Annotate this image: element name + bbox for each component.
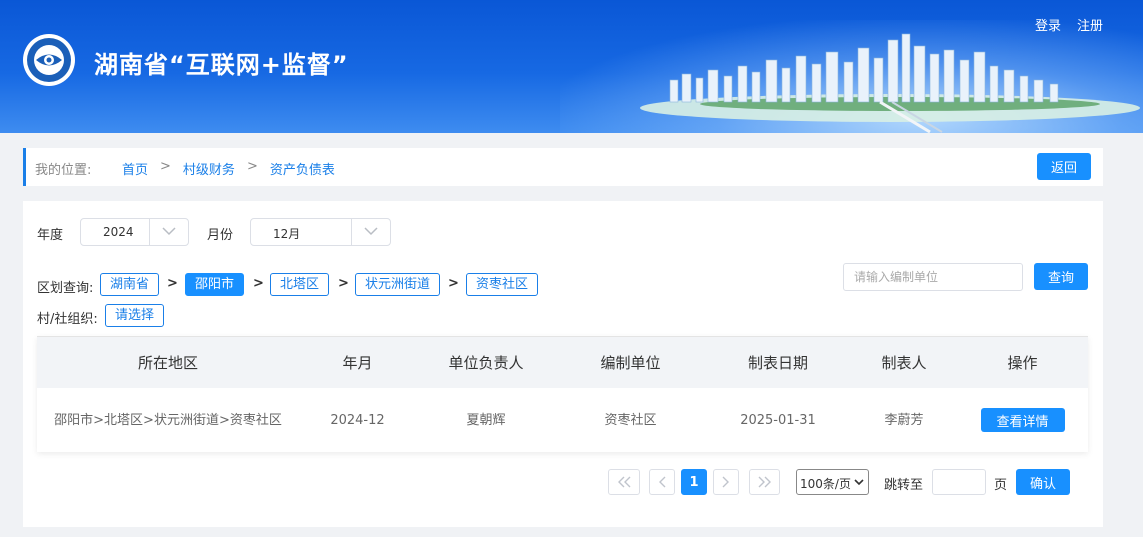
auth-links: 登录 注册 <box>1035 15 1103 34</box>
breadcrumb-home[interactable]: 首页 <box>122 159 148 178</box>
unit-search-input[interactable] <box>843 263 1023 291</box>
region-tag-district[interactable]: 北塔区 <box>270 273 330 296</box>
column-header-unit: 编制单位 <box>600 354 661 372</box>
column-header-region: 所在地区 <box>137 354 198 372</box>
breadcrumb: 首页 > 村级财务 > 资产负债表 <box>122 159 335 178</box>
region-tag-province[interactable]: 湖南省 <box>100 273 160 296</box>
double-chevron-right-icon <box>758 476 771 488</box>
region-tag-city[interactable]: 邵阳市 <box>185 273 245 296</box>
month-select-value: 12月 <box>273 227 301 241</box>
page-unit-label: 页 <box>994 478 1008 493</box>
table-header: 所在地区 年月 单位负责人 编制单位 制表日期 制表人 操作 <box>37 337 1088 388</box>
table-row: 邵阳市>北塔区>状元洲街道>资枣社区 2024-12 夏朝辉 资枣社区 2025… <box>37 388 1088 452</box>
first-page-button[interactable] <box>608 469 640 495</box>
column-header-period: 年月 <box>342 354 373 372</box>
region-separator: > <box>448 276 459 291</box>
org-select[interactable]: 请选择 <box>105 304 165 327</box>
confirm-jump-button[interactable]: 确认 <box>1016 469 1070 495</box>
jump-page-input[interactable] <box>932 469 986 495</box>
cell-date: 2025-01-31 <box>740 412 816 428</box>
month-select[interactable]: 12月 <box>250 218 391 246</box>
view-details-button[interactable]: 查看详情 <box>980 408 1065 432</box>
jump-label: 跳转至 <box>884 478 924 493</box>
page-size-value: 100条/页 <box>800 477 851 491</box>
page-size-select[interactable]: 100条/页 <box>796 469 869 495</box>
year-select-value: 2024 <box>103 225 134 239</box>
year-label: 年度 <box>37 228 64 243</box>
site-title: 湖南省“互联网+监督” <box>94 51 349 79</box>
region-separator: > <box>338 276 349 291</box>
city-skyline-image <box>640 33 1140 133</box>
breadcrumb-bar: 我的位置: 首页 > 村级财务 > 资产负债表 返回 <box>23 148 1103 186</box>
column-header-date: 制表日期 <box>747 354 808 372</box>
cell-region: 邵阳市>北塔区>状元洲街道>资枣社区 <box>54 412 282 428</box>
prev-page-button[interactable] <box>649 469 675 495</box>
chevron-down-icon <box>162 227 176 236</box>
chevron-down-icon <box>854 479 864 486</box>
column-header-leader: 单位负责人 <box>448 354 524 372</box>
breadcrumb-label: 我的位置: <box>35 163 92 178</box>
chevron-right-icon <box>722 476 729 488</box>
page-number-current[interactable]: 1 <box>681 469 707 495</box>
site-header: 湖南省“互联网+监督” 登录 注册 <box>0 0 1143 133</box>
region-separator: > <box>167 276 178 291</box>
column-header-maker: 制表人 <box>881 354 927 372</box>
region-tag-community[interactable]: 资枣社区 <box>466 273 539 296</box>
cell-action: 查看详情 <box>957 388 1088 452</box>
register-link[interactable]: 注册 <box>1077 15 1103 34</box>
org-label: 村/社组织: <box>37 312 98 327</box>
breadcrumb-village-finance[interactable]: 村级财务 <box>183 159 235 178</box>
cell-period: 2024-12 <box>330 412 385 428</box>
main-panel: 年度 2024 月份 12月 区划查询: 湖南省 > 邵阳市 > 北塔区 > 状… <box>23 201 1103 527</box>
chevron-down-icon <box>364 227 378 236</box>
region-separator: > <box>253 276 264 291</box>
query-button[interactable]: 查询 <box>1034 263 1088 290</box>
chevron-left-icon <box>659 476 666 488</box>
double-chevron-left-icon <box>618 476 631 488</box>
year-select[interactable]: 2024 <box>80 218 189 246</box>
cell-maker: 李蔚芳 <box>884 412 924 428</box>
column-header-action: 操作 <box>1007 354 1038 372</box>
supervision-eye-logo <box>23 34 75 86</box>
balance-sheet-table: 所在地区 年月 单位负责人 编制单位 制表日期 制表人 操作 邵阳市>北塔区>状… <box>37 336 1088 452</box>
last-page-button[interactable] <box>749 469 780 495</box>
breadcrumb-separator: > <box>160 159 171 174</box>
month-label: 月份 <box>207 228 234 243</box>
month-select-toggle[interactable] <box>351 219 390 245</box>
next-page-button[interactable] <box>713 469 739 495</box>
year-select-toggle[interactable] <box>149 219 188 245</box>
breadcrumb-separator: > <box>246 159 258 174</box>
cell-leader: 夏朝辉 <box>466 412 506 428</box>
login-link[interactable]: 登录 <box>1035 15 1061 34</box>
region-tag-street[interactable]: 状元洲街道 <box>355 273 441 296</box>
cell-unit: 资枣社区 <box>604 412 657 428</box>
breadcrumb-balance-sheet[interactable]: 资产负债表 <box>270 159 335 178</box>
region-query-label: 区划查询: <box>37 281 94 296</box>
back-button[interactable]: 返回 <box>1037 153 1091 180</box>
